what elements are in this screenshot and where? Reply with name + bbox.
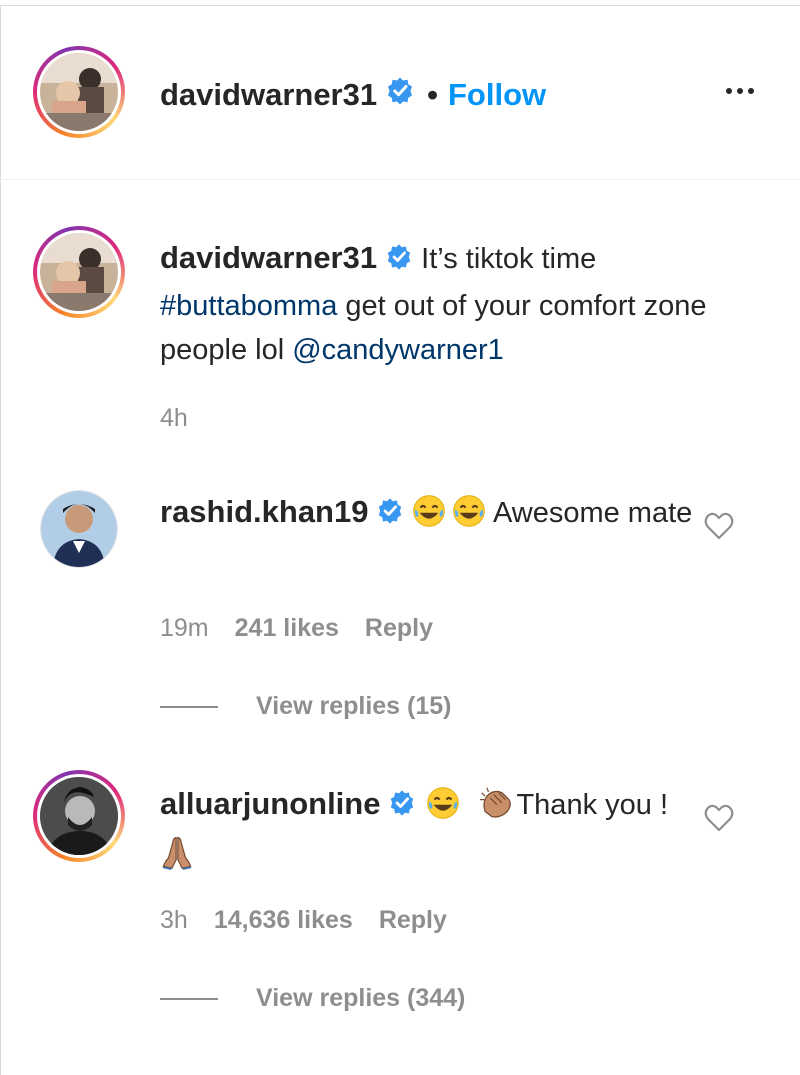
comment-username[interactable]: alluarjunonline: [160, 786, 380, 821]
comment-avatar-allu[interactable]: [33, 770, 125, 862]
comment-rashid: rashid.khan19 Awesome mate: [160, 490, 700, 541]
verified-badge-icon: [388, 786, 416, 830]
frame-border-left: [0, 5, 1, 1075]
comment-text: Thank you !: [516, 789, 668, 821]
separator-dot: •: [427, 77, 438, 112]
replies-line: [160, 705, 218, 708]
comment-avatar-rashid[interactable]: [40, 490, 118, 568]
mention-link[interactable]: @candywarner1: [292, 334, 504, 366]
more-options-icon[interactable]: [726, 88, 754, 94]
header-avatar-photo: [40, 53, 118, 131]
comment-time[interactable]: 3h: [160, 906, 188, 934]
reply-button[interactable]: Reply: [379, 906, 447, 934]
hashtag-link[interactable]: #buttabomma: [160, 290, 337, 322]
heart-icon[interactable]: [704, 512, 734, 545]
verified-badge-icon: [376, 494, 404, 538]
header-divider: [0, 179, 800, 180]
frame-border-top: [0, 5, 800, 6]
caption-username[interactable]: davidwarner31: [160, 240, 377, 275]
follow-button[interactable]: Follow: [448, 77, 546, 113]
caption-time[interactable]: 4h: [160, 404, 188, 432]
header-avatar[interactable]: [33, 46, 125, 138]
heart-icon[interactable]: [704, 804, 734, 837]
verified-badge-icon: [385, 240, 413, 284]
view-replies-label[interactable]: View replies (344): [256, 984, 465, 1013]
caption-text-part-1: It’s tiktok time: [413, 243, 597, 275]
view-replies-label[interactable]: View replies (15): [256, 692, 451, 721]
reply-button[interactable]: Reply: [365, 614, 433, 642]
view-replies-button[interactable]: View replies (15): [160, 692, 451, 721]
comment-likes[interactable]: 14,636 likes: [214, 906, 353, 934]
laughing-tears-emoji-icon: [426, 786, 460, 833]
comment-meta: 19m 241 likes Reply: [160, 614, 433, 643]
comment-avatar-photo: [40, 777, 118, 855]
comment-meta: 3h 14,636 likes Reply: [160, 906, 447, 935]
comment-time[interactable]: 19m: [160, 614, 209, 642]
replies-line: [160, 997, 218, 1000]
caption-avatar[interactable]: [33, 226, 125, 318]
caption-text: davidwarner31 It’s tiktok time #buttabom…: [160, 236, 760, 372]
laughing-tears-emoji-icon: [452, 494, 486, 541]
comment-likes[interactable]: 241 likes: [235, 614, 339, 642]
comment-avatar-photo: [41, 491, 117, 567]
clapping-hands-emoji-icon: [478, 786, 516, 833]
header-user-line: davidwarner31 • Follow: [160, 76, 546, 114]
caption-timestamp[interactable]: 4h: [160, 404, 188, 433]
comment-text: Awesome mate: [486, 497, 693, 529]
comment-allu: alluarjunonline Thank you !: [160, 782, 700, 883]
folded-hands-emoji-icon: [160, 834, 194, 883]
comment-username[interactable]: rashid.khan19: [160, 494, 368, 529]
laughing-tears-emoji-icon: [412, 494, 446, 541]
view-replies-button[interactable]: View replies (344): [160, 984, 465, 1013]
header-username[interactable]: davidwarner31: [160, 77, 377, 113]
verified-badge-icon: [385, 76, 415, 114]
caption-avatar-photo: [40, 233, 118, 311]
